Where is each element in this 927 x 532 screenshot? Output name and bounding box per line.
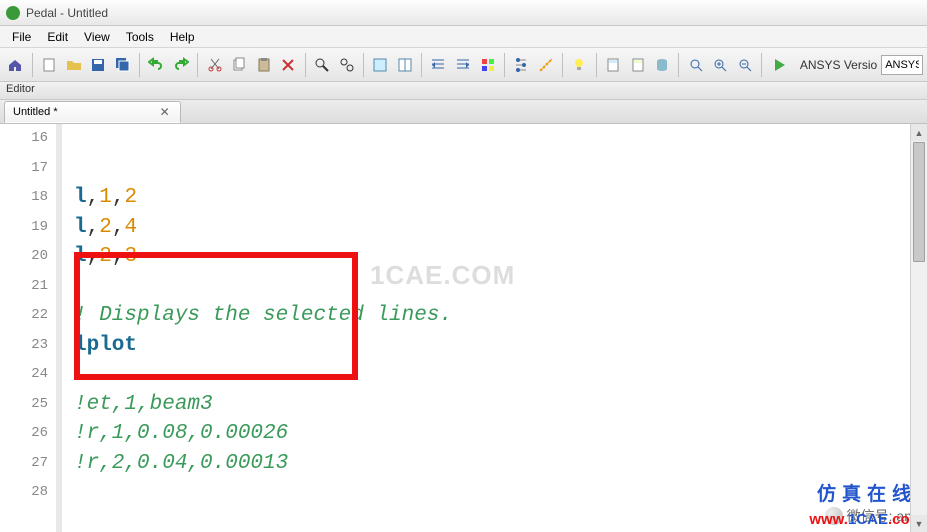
find-icon[interactable]	[311, 53, 334, 77]
undo-icon[interactable]	[145, 53, 168, 77]
menu-edit[interactable]: Edit	[39, 28, 76, 46]
indent-right-icon[interactable]	[452, 53, 475, 77]
zoom-in-icon[interactable]	[709, 53, 732, 77]
run-icon[interactable]	[767, 53, 790, 77]
tab-label: Untitled *	[13, 106, 58, 118]
code-line[interactable]	[74, 272, 927, 302]
code-line[interactable]: l,2,3	[74, 242, 927, 272]
toolbar: ANSYS Versio	[0, 48, 927, 82]
pane-header: Editor	[0, 82, 927, 100]
vertical-scrollbar[interactable]: ▲ ▼	[910, 124, 927, 532]
line-number: 16	[0, 124, 48, 154]
find-replace-icon[interactable]	[335, 53, 358, 77]
code-line[interactable]	[74, 124, 927, 154]
app-icon	[6, 6, 20, 20]
cut-icon[interactable]	[203, 53, 226, 77]
save-all-icon[interactable]	[111, 53, 134, 77]
code-line[interactable]	[74, 360, 927, 390]
watermark-link: www.1CAE.com	[809, 511, 923, 528]
menu-help[interactable]: Help	[162, 28, 203, 46]
db-icon[interactable]	[651, 53, 674, 77]
code-line[interactable]: !r,2,0.04,0.00013	[74, 449, 927, 479]
zoom-fit-icon[interactable]	[684, 53, 707, 77]
line-number: 27	[0, 449, 48, 479]
code-line[interactable]: lplot	[74, 331, 927, 361]
scroll-thumb[interactable]	[913, 142, 925, 262]
version-label: ANSYS Versio	[800, 58, 877, 72]
line-number: 25	[0, 390, 48, 420]
calc1-icon[interactable]	[602, 53, 625, 77]
line-number: 26	[0, 419, 48, 449]
window2-icon[interactable]	[393, 53, 416, 77]
line-number-gutter: 16171819202122232425262728	[0, 124, 62, 532]
code-line[interactable]: l,1,2	[74, 183, 927, 213]
line-number: 23	[0, 331, 48, 361]
color-icon[interactable]	[476, 53, 499, 77]
menu-bar: File Edit View Tools Help	[0, 26, 927, 48]
copy-icon[interactable]	[228, 53, 251, 77]
window1-icon[interactable]	[369, 53, 392, 77]
redo-icon[interactable]	[170, 53, 193, 77]
scroll-down-icon[interactable]: ▼	[911, 515, 927, 532]
menu-view[interactable]: View	[76, 28, 118, 46]
line-number: 28	[0, 478, 48, 508]
line-number: 22	[0, 301, 48, 331]
menu-tools[interactable]: Tools	[118, 28, 162, 46]
menu-file[interactable]: File	[4, 28, 39, 46]
code-line[interactable]	[74, 478, 927, 508]
indent-left-icon[interactable]	[427, 53, 450, 77]
title-bar: Pedal - Untitled	[0, 0, 927, 26]
tab-close-icon[interactable]: ✕	[158, 105, 172, 119]
code-line[interactable]	[74, 154, 927, 184]
window-title: Pedal - Untitled	[26, 6, 108, 20]
code-text[interactable]: l,1,2l,2,4l,2,3 ! Displays the selected l…	[62, 124, 927, 532]
code-line[interactable]: l,2,4	[74, 213, 927, 243]
measure-icon[interactable]	[534, 53, 557, 77]
watermark-brand: 仿真在线	[817, 479, 917, 506]
home-icon[interactable]	[4, 53, 27, 77]
save-icon[interactable]	[87, 53, 110, 77]
config-icon[interactable]	[510, 53, 533, 77]
tab-untitled[interactable]: Untitled * ✕	[4, 101, 181, 123]
code-line[interactable]: !et,1,beam3	[74, 390, 927, 420]
open-file-icon[interactable]	[62, 53, 85, 77]
version-field[interactable]	[881, 55, 923, 75]
editor-area[interactable]: 16171819202122232425262728 l,1,2l,2,4l,2…	[0, 124, 927, 532]
line-number: 24	[0, 360, 48, 390]
scroll-up-icon[interactable]: ▲	[911, 124, 927, 141]
calc2-icon[interactable]	[626, 53, 649, 77]
line-number: 21	[0, 272, 48, 302]
line-number: 20	[0, 242, 48, 272]
line-number: 17	[0, 154, 48, 184]
idea-icon[interactable]	[568, 53, 591, 77]
new-file-icon[interactable]	[38, 53, 61, 77]
code-line[interactable]: !r,1,0.08,0.00026	[74, 419, 927, 449]
code-line[interactable]: ! Displays the selected lines.	[74, 301, 927, 331]
tab-strip: Untitled * ✕	[0, 100, 927, 124]
line-number: 18	[0, 183, 48, 213]
paste-icon[interactable]	[252, 53, 275, 77]
line-number: 19	[0, 213, 48, 243]
delete-icon[interactable]	[277, 53, 300, 77]
zoom-out-icon[interactable]	[734, 53, 757, 77]
